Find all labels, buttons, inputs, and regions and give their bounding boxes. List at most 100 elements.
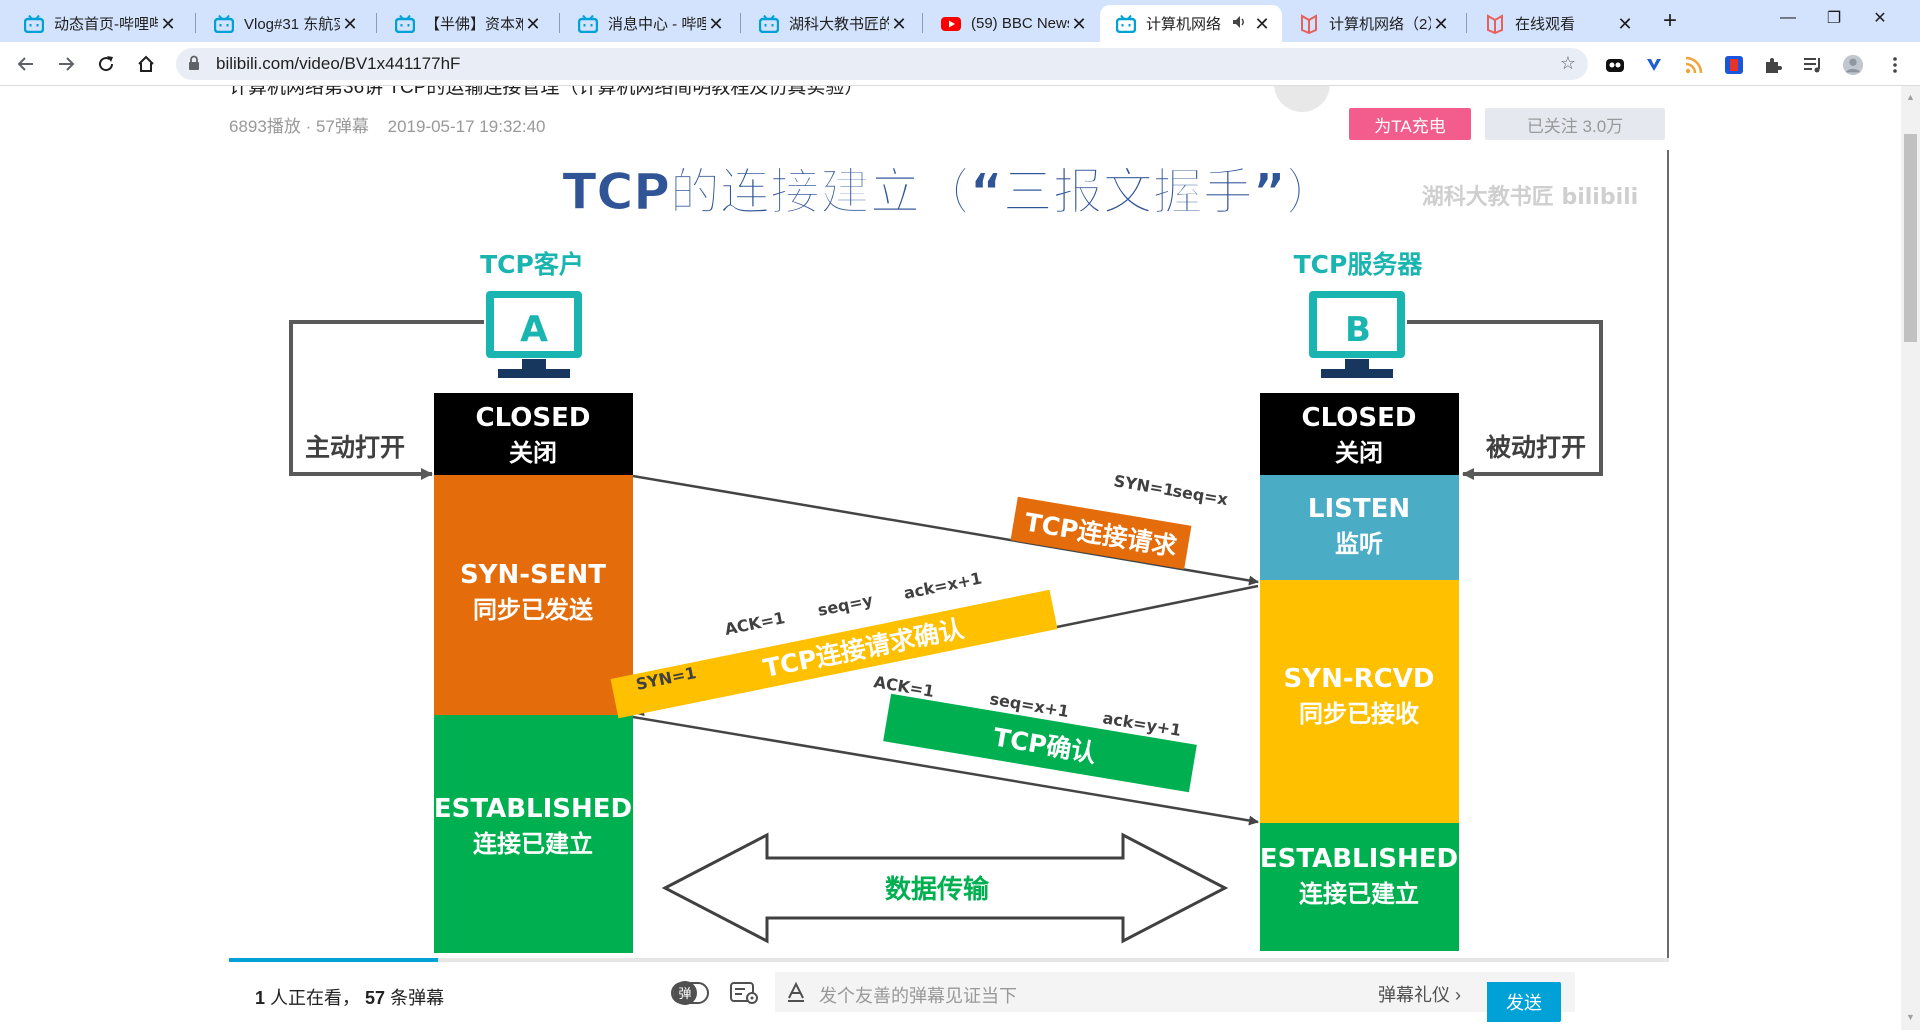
home-icon	[138, 55, 154, 72]
bilibili-icon	[578, 14, 598, 34]
tab-4[interactable]: 湖科大教书匠的个 ✕	[743, 5, 919, 42]
window-close-button[interactable]: ✕	[1857, 0, 1903, 36]
menu-kebab-icon[interactable]	[1884, 54, 1906, 76]
server-state-established-zh: 连接已建立	[1299, 880, 1419, 908]
danmaku-bar: 1 人正在看， 57 条弹幕 弹 发个友善的弹幕见证当下 弹幕礼仪 › 发送	[229, 962, 1669, 1026]
slide-title: TCP的连接建立（“三报文握手”）	[562, 163, 1335, 221]
server-state-listen-zh: 监听	[1335, 530, 1383, 558]
tab-5[interactable]: (59) BBC News ✕	[925, 5, 1099, 42]
client-label: TCP客户	[480, 250, 584, 279]
tab-title: 【半佛】资本难以	[425, 16, 523, 33]
danmaku-toggle[interactable]: 弹	[670, 979, 710, 1007]
extension-ghost-icon[interactable]	[1604, 54, 1626, 76]
profile-avatar-icon[interactable]	[1842, 54, 1864, 76]
url-text[interactable]: bilibili.com/video/BV1x441177hF	[216, 54, 460, 74]
reload-button[interactable]	[90, 48, 122, 80]
bilibili-icon	[759, 14, 779, 34]
scroll-down-icon[interactable]: ▼	[1906, 1012, 1915, 1022]
data-transfer-label: 数据传输	[885, 874, 990, 905]
tab-title: 计算机网络（2）	[1329, 16, 1431, 33]
tab-title: Vlog#31 东航实习	[244, 16, 340, 33]
close-icon[interactable]: ✕	[706, 14, 726, 34]
client-state-syn-sent-en: SYN-SENT	[460, 560, 606, 590]
font-style-icon[interactable]	[787, 981, 805, 1007]
tab-separator	[740, 13, 741, 33]
close-icon[interactable]: ✕	[340, 14, 360, 34]
close-icon[interactable]: ✕	[1069, 14, 1089, 34]
tab-2[interactable]: 【半佛】资本难以 ✕	[379, 5, 553, 42]
tab-title: 计算机网络	[1146, 16, 1222, 33]
close-icon[interactable]: ✕	[523, 14, 543, 34]
lock-icon[interactable]	[188, 55, 200, 76]
tab-7[interactable]: 计算机网络（2） ✕	[1283, 5, 1461, 42]
tab-1[interactable]: Vlog#31 东航实习 ✕	[198, 5, 370, 42]
server-state-listen	[1260, 475, 1459, 580]
close-icon[interactable]: ✕	[158, 14, 178, 34]
forward-button[interactable]	[50, 48, 82, 80]
msg1-syn: SYN=1	[1112, 471, 1175, 500]
back-button[interactable]	[10, 48, 42, 80]
home-button[interactable]	[130, 48, 162, 80]
msg1-seq: seq=x	[1171, 481, 1230, 509]
restore-button[interactable]: ❐	[1811, 0, 1857, 36]
tab-separator	[1466, 13, 1467, 33]
passive-open-label: 被动打开	[1486, 433, 1586, 462]
tab-6-active[interactable]: 计算机网络 ✕	[1100, 5, 1282, 42]
book-icon	[1299, 13, 1319, 34]
danmaku-etiquette-link[interactable]: 弹幕礼仪 ›	[1378, 981, 1461, 1007]
client-state-established-en: ESTABLISHED	[434, 794, 632, 824]
danmaku-input[interactable]: 发个友善的弹幕见证当下 弹幕礼仪 › 发送	[775, 972, 1575, 1022]
speaker-icon[interactable]	[1232, 15, 1252, 33]
rss-feed-icon[interactable]	[1683, 54, 1705, 76]
close-icon[interactable]: ✕	[1431, 14, 1451, 34]
scroll-thumb[interactable]	[1904, 134, 1917, 342]
server-letter: B	[1345, 310, 1371, 350]
server-state-syn-rcvd-en: SYN-RCVD	[1284, 664, 1435, 694]
bookmark-star-icon[interactable]: ☆	[1560, 53, 1576, 74]
address-bar[interactable]: bilibili.com/video/BV1x441177hF ☆	[176, 48, 1588, 80]
tab-3[interactable]: 消息中心 - 哔哩哔 ✕	[562, 5, 736, 42]
viewer-info: 1 人正在看， 57 条弹幕	[255, 984, 444, 1010]
view-count: 6893播放	[229, 117, 301, 136]
slide-watermark: 湖科大教书匠 bilibili	[1422, 184, 1638, 210]
follow-button[interactable]: 已关注 3.0万	[1485, 108, 1665, 140]
minimize-button[interactable]: —	[1765, 0, 1811, 36]
client-state-syn-sent-zh: 同步已发送	[473, 596, 594, 624]
scroll-up-icon[interactable]: ▲	[1906, 92, 1915, 102]
msg2-seq: seq=y	[816, 590, 875, 620]
forward-arrow-icon	[59, 57, 75, 71]
page-scrollbar[interactable]: ▲ ▼	[1901, 86, 1920, 1030]
tab-0[interactable]: 动态首页-哔哩哔哩 ✕	[8, 5, 188, 42]
msg1-box: TCP连接请求	[1010, 496, 1192, 570]
msg2-label: TCP连接请求确认	[761, 614, 966, 683]
bilibili-icon	[395, 14, 415, 34]
extension-shield-icon[interactable]	[1643, 54, 1665, 76]
send-danmaku-button[interactable]: 发送	[1487, 982, 1561, 1022]
extensions-puzzle-icon[interactable]	[1762, 54, 1784, 76]
server-state-listen-en: LISTEN	[1308, 494, 1410, 524]
bilibili-icon	[214, 14, 234, 34]
video-player[interactable]: TCP的连接建立（“三报文握手”） 湖科大教书匠 bilibili TCP客户 …	[229, 150, 1669, 962]
tab-separator	[195, 13, 196, 33]
server-label: TCP服务器	[1294, 250, 1424, 279]
media-queue-icon[interactable]	[1802, 54, 1824, 76]
reload-icon	[99, 56, 114, 72]
tab-title: 消息中心 - 哔哩哔	[608, 16, 706, 33]
bilibili-icon	[24, 14, 44, 34]
video-meta: 6893播放 · 57弹幕 2019-05-17 19:32:40	[229, 112, 545, 137]
charge-button[interactable]: 为TA充电	[1349, 108, 1471, 140]
tab-8[interactable]: 在线观看 ✕	[1469, 5, 1645, 42]
danmaku-settings-icon[interactable]	[729, 980, 759, 1006]
slide-diagram: TCP的连接建立（“三报文握手”） 湖科大教书匠 bilibili TCP客户 …	[289, 163, 1638, 953]
close-icon[interactable]: ✕	[1252, 14, 1272, 34]
client-state-closed-en: CLOSED	[476, 403, 591, 433]
new-tab-button[interactable]: +	[1655, 7, 1685, 37]
msg2-ack-flag: ACK=1	[723, 608, 787, 639]
uploader-avatar[interactable]	[1274, 86, 1330, 112]
close-icon[interactable]: ✕	[889, 14, 909, 34]
viewer-text: 人正在看，	[270, 988, 361, 1008]
extension-red-icon[interactable]	[1723, 54, 1745, 76]
close-icon[interactable]: ✕	[1615, 14, 1635, 34]
browser-toolbar: bilibili.com/video/BV1x441177hF ☆	[0, 42, 1920, 86]
server-state-syn-rcvd-zh: 同步已接收	[1299, 700, 1419, 728]
